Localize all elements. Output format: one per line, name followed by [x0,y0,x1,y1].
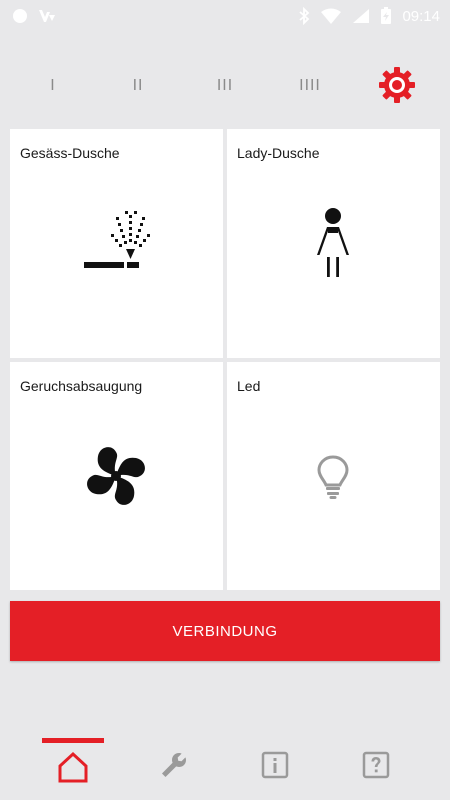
gear-icon[interactable] [377,65,417,105]
profile-tab-4[interactable]: IIII [292,72,328,98]
tile-lady-dusche[interactable]: Lady-Dusche [227,129,440,358]
profile-tab-1[interactable]: I [40,72,66,98]
woman-icon [315,207,351,279]
tile-label: Led [237,378,261,394]
home-icon[interactable] [49,750,97,796]
profile-tab-2[interactable]: II [124,72,152,98]
bottom-nav [0,730,450,800]
bluetooth-icon [298,7,310,25]
connect-button[interactable]: VERBINDUNG [10,601,440,661]
tile-geruchsabsaugung[interactable]: Geruchsabsaugung [10,362,223,590]
tile-led[interactable]: Led [227,362,440,590]
signal-icon [352,8,370,24]
status-time: 09:14 [402,7,440,25]
fan-icon [82,442,150,510]
tile-label: Geruchsabsaugung [20,378,143,394]
tile-label: Gesäss-Dusche [20,145,120,161]
circle-icon [12,8,28,24]
profile-tab-3[interactable]: III [208,72,242,98]
tile-label: Lady-Dusche [237,145,320,161]
wrench-icon[interactable] [150,750,198,796]
help-icon[interactable] [352,750,400,796]
profile-selector: I II III IIII [0,60,450,110]
notification-icon [38,8,56,24]
active-tab-indicator [42,738,104,743]
wifi-icon [320,8,342,24]
tile-gesaess-dusche[interactable]: Gesäss-Dusche [10,129,223,358]
info-icon[interactable] [251,750,299,796]
battery-charging-icon [380,7,392,25]
spray-nozzle-icon [82,211,152,273]
status-bar: 09:14 [0,0,450,32]
lightbulb-icon [315,454,351,500]
